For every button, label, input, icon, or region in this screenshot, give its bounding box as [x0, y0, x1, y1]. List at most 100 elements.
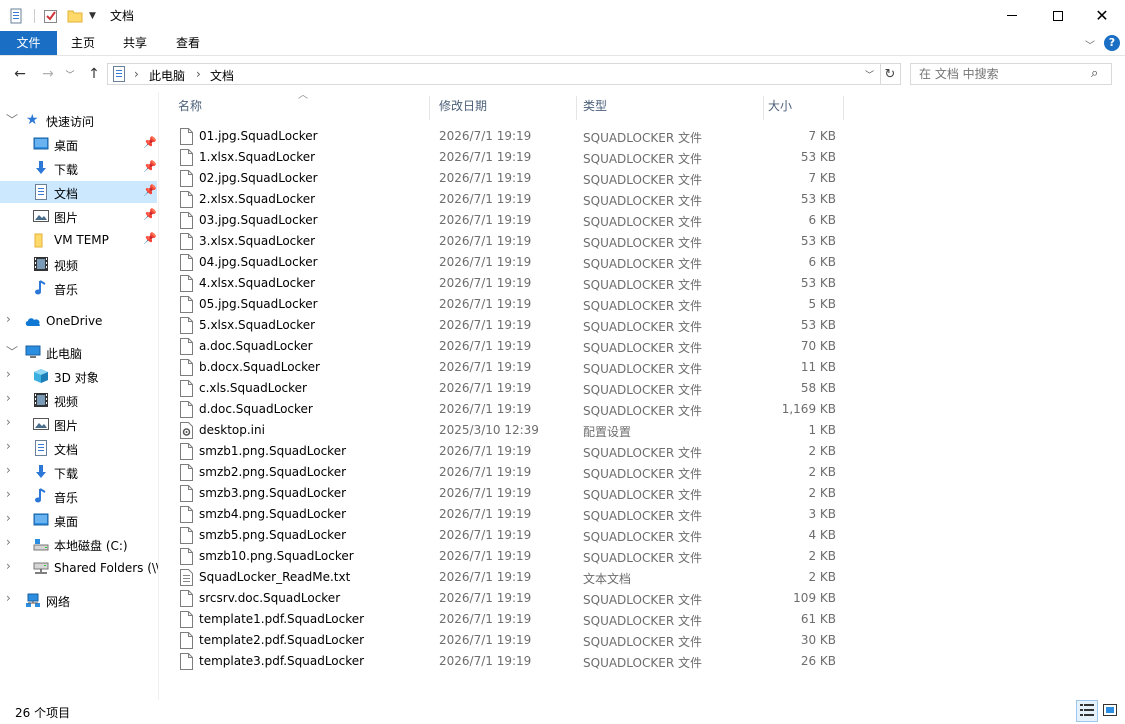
file-row[interactable]: smzb5.png.SquadLocker 2026/7/1 19:19 SQUAD… [160, 525, 1125, 546]
sidebar-item-desktop[interactable]: › 桌面 [0, 509, 157, 531]
pin-icon[interactable]: 📌 [143, 232, 157, 245]
file-row[interactable]: 4.xlsx.SquadLocker 2026/7/1 19:19 SQUADLOC… [160, 273, 1125, 294]
file-row[interactable]: desktop.ini 2025/3/10 12:39 配置设置 1 KB [160, 420, 1125, 441]
breadcrumb-documents[interactable]: 文档 [210, 67, 234, 84]
sidebar-item-network[interactable]: › 网络 [0, 589, 157, 611]
sidebar-item-pictures[interactable]: 图片 📌 [0, 205, 157, 227]
details-view-button[interactable] [1076, 700, 1098, 722]
file-row[interactable]: 2.xlsx.SquadLocker 2026/7/1 19:19 SQUADLOC… [160, 189, 1125, 210]
sidebar-item-download[interactable]: 下载 📌 [0, 157, 157, 179]
chevron-down-icon[interactable]: ﹀ [6, 343, 18, 360]
chevron-right-icon[interactable]: › [6, 487, 11, 501]
file-row[interactable]: smzb4.png.SquadLocker 2026/7/1 19:19 SQUAD… [160, 504, 1125, 525]
file-row[interactable]: c.xls.SquadLocker 2026/7/1 19:19 SQUADLOCK… [160, 378, 1125, 399]
pin-icon[interactable]: 📌 [143, 184, 157, 197]
chevron-down-icon[interactable]: ﹀ [6, 111, 18, 128]
sidebar-item-music[interactable]: › 音乐 [0, 485, 157, 507]
checkmark-icon[interactable] [43, 8, 59, 24]
search-box[interactable]: ⌕ [910, 63, 1112, 85]
file-row[interactable]: 05.jpg.SquadLocker 2026/7/1 19:19 SQUADLOC… [160, 294, 1125, 315]
sidebar-item-3d-objects[interactable]: › 3D 对象 [0, 365, 157, 387]
refresh-button[interactable]: ↻ [880, 63, 901, 85]
pin-icon[interactable]: 📌 [143, 208, 157, 221]
new-folder-icon[interactable] [67, 8, 83, 24]
sidebar-item-video[interactable]: 视频 [0, 253, 157, 275]
file-row[interactable]: smzb2.png.SquadLocker 2026/7/1 19:19 SQUAD… [160, 462, 1125, 483]
file-row[interactable]: 03.jpg.SquadLocker 2026/7/1 19:19 SQUADLOC… [160, 210, 1125, 231]
sidebar-item-pictures[interactable]: › 图片 [0, 413, 157, 435]
file-row[interactable]: 1.xlsx.SquadLocker 2026/7/1 19:19 SQUADLOC… [160, 147, 1125, 168]
recent-locations-button[interactable]: ﹀ [62, 64, 78, 84]
forward-button[interactable]: → [38, 64, 58, 84]
up-button[interactable]: ↑ [84, 64, 104, 84]
chevron-right-icon[interactable]: › [6, 535, 11, 549]
file-name: smzb2.png.SquadLocker [199, 465, 347, 479]
file-row[interactable]: 5.xlsx.SquadLocker 2026/7/1 19:19 SQUADLOC… [160, 315, 1125, 336]
column-header-date[interactable]: 修改日期 [432, 96, 577, 120]
breadcrumb-separator-icon[interactable]: › [196, 67, 201, 81]
file-row[interactable]: template2.pdf.SquadLocker 2026/7/1 19:19 S… [160, 630, 1125, 651]
file-row[interactable]: template3.pdf.SquadLocker 2026/7/1 19:19 S… [160, 651, 1125, 672]
sidebar-item-video[interactable]: › 视频 [0, 389, 157, 411]
sidebar-item-desktop[interactable]: 桌面 📌 [0, 133, 157, 155]
tab-file[interactable]: 文件 [0, 31, 57, 55]
column-header-type[interactable]: 类型 [576, 96, 764, 120]
address-history-dropdown-icon[interactable]: ﹀ [865, 68, 874, 81]
tab-home[interactable]: 主页 [61, 31, 105, 55]
sidebar-item-document[interactable]: › 文档 [0, 437, 157, 459]
pin-icon[interactable]: 📌 [143, 160, 157, 173]
properties-icon[interactable] [8, 8, 24, 24]
sidebar-item-drive[interactable]: › 本地磁盘 (C:) [0, 533, 157, 555]
chevron-right-icon[interactable]: › [6, 391, 11, 405]
file-row[interactable]: 3.xlsx.SquadLocker 2026/7/1 19:19 SQUADLOC… [160, 231, 1125, 252]
large-icons-view-button[interactable] [1099, 700, 1121, 722]
sidebar-item-quick-access[interactable]: ﹀ ★ 快速访问 [0, 109, 157, 131]
chevron-right-icon[interactable]: › [6, 439, 11, 453]
sidebar-item-folder[interactable]: VM TEMP 📌 [0, 229, 157, 251]
search-icon[interactable]: ⌕ [1091, 66, 1098, 81]
file-row[interactable]: smzb3.png.SquadLocker 2026/7/1 19:19 SQUAD… [160, 483, 1125, 504]
chevron-right-icon[interactable]: › [6, 591, 11, 605]
pin-icon[interactable]: 📌 [143, 136, 157, 149]
chevron-right-icon[interactable]: › [6, 463, 11, 477]
sidebar-item-this-pc[interactable]: ﹀ 此电脑 [0, 341, 157, 363]
file-row[interactable]: srcsrv.doc.SquadLocker 2026/7/1 19:19 SQUA… [160, 588, 1125, 609]
file-size: 11 KB [800, 360, 836, 374]
column-header-name[interactable]: 名称 [171, 96, 430, 120]
file-row[interactable]: 04.jpg.SquadLocker 2026/7/1 19:19 SQUADLOC… [160, 252, 1125, 273]
customize-dropdown-icon[interactable]: ▼ [89, 11, 96, 21]
breadcrumb-this-pc[interactable]: 此电脑 [149, 67, 185, 84]
file-row[interactable]: a.doc.SquadLocker 2026/7/1 19:19 SQUADLOCK… [160, 336, 1125, 357]
chevron-right-icon[interactable]: › [6, 312, 11, 326]
address-bar[interactable]: › 此电脑 › 文档 ﹀ [107, 63, 881, 85]
chevron-right-icon[interactable]: › [6, 511, 11, 525]
column-header-size[interactable]: 大小 [761, 96, 844, 120]
file-row[interactable]: b.docx.SquadLocker 2026/7/1 19:19 SQUADLOC… [160, 357, 1125, 378]
chevron-right-icon[interactable]: › [6, 367, 11, 381]
sidebar-item-download[interactable]: › 下载 [0, 461, 157, 483]
file-row[interactable]: 01.jpg.SquadLocker 2026/7/1 19:19 SQUADLOC… [160, 126, 1125, 147]
file-row[interactable]: SquadLocker_ReadMe.txt 2026/7/1 19:19 文本文档… [160, 567, 1125, 588]
tab-view[interactable]: 查看 [166, 31, 210, 55]
file-row[interactable]: template1.pdf.SquadLocker 2026/7/1 19:19 S… [160, 609, 1125, 630]
help-icon[interactable]: ? [1104, 35, 1120, 51]
close-button[interactable]: ✕ [1079, 0, 1125, 31]
chevron-right-icon[interactable]: › [6, 559, 11, 573]
expand-ribbon-icon[interactable]: ﹀ [1085, 37, 1095, 52]
file-row[interactable]: 02.jpg.SquadLocker 2026/7/1 19:19 SQUADLOC… [160, 168, 1125, 189]
sidebar-item-document[interactable]: 文档 📌 [0, 181, 157, 203]
chevron-right-icon[interactable]: › [6, 415, 11, 429]
search-input[interactable] [919, 66, 1089, 82]
tab-share[interactable]: 共享 [113, 31, 157, 55]
breadcrumb-separator-icon[interactable]: › [134, 67, 139, 81]
file-row[interactable]: smzb10.png.SquadLocker 2026/7/1 19:19 SQUA… [160, 546, 1125, 567]
sidebar-item-network-drive[interactable]: › Shared Folders (\\ [0, 557, 158, 579]
file-row[interactable]: smzb1.png.SquadLocker 2026/7/1 19:19 SQUAD… [160, 441, 1125, 462]
maximize-button[interactable] [1035, 0, 1081, 31]
sidebar-item-onedrive[interactable]: › OneDrive [0, 310, 157, 332]
minimize-button[interactable] [989, 0, 1035, 31]
sidebar-item-music[interactable]: 音乐 [0, 277, 157, 299]
file-row[interactable]: d.doc.SquadLocker 2026/7/1 19:19 SQUADLOCK… [160, 399, 1125, 420]
back-button[interactable]: ← [10, 64, 30, 84]
generic-file-icon [180, 212, 193, 229]
